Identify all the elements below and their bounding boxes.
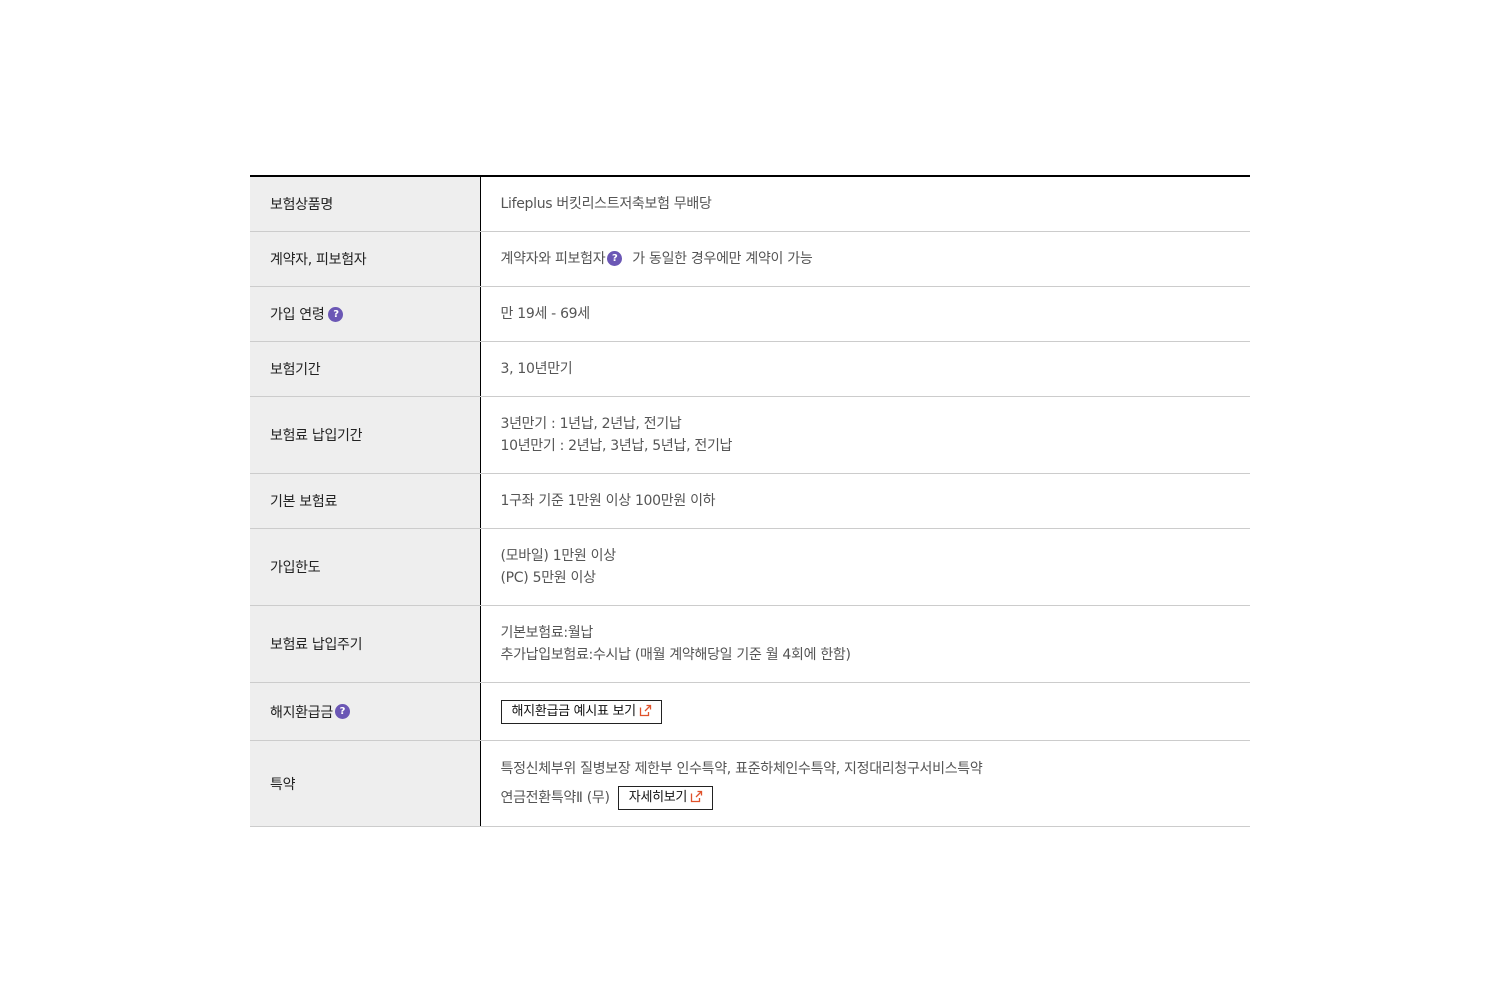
row-label-age: 가입 연령? bbox=[250, 286, 481, 342]
surrender-value: 해지환급금 예시표 보기 bbox=[480, 682, 1250, 741]
row-label-riders: 특약 bbox=[250, 740, 481, 827]
table-row: 보험료 납입주기 기본보험료:월납 추가납입보험료:수시납 (매월 계약해당일 … bbox=[250, 605, 1250, 683]
details-button[interactable]: 자세히보기 bbox=[617, 785, 714, 810]
table-row: 기본 보험료 1구좌 기준 1만원 이상 100만원 이하 bbox=[250, 473, 1250, 529]
external-link-icon bbox=[690, 790, 703, 802]
payment-period-line: 10년만기 : 2년납, 3년납, 5년납, 전기납 bbox=[500, 438, 733, 454]
limit-line: (모바일) 1만원 이상 bbox=[500, 548, 617, 564]
question-icon[interactable]: ? bbox=[328, 306, 344, 322]
product-info-section: 보험상품명 Lifeplus 버킷리스트저축보험 무배당 계약자, 피보험자 계… bbox=[250, 175, 1250, 827]
details-button-label: 자세히보기 bbox=[628, 789, 688, 805]
riders-line: 특정신체부위 질병보장 제한부 인수특약, 표준하체인수특약, 지정대리청구서비… bbox=[500, 760, 983, 777]
table-row: 보험상품명 Lifeplus 버킷리스트저축보험 무배당 bbox=[250, 176, 1250, 232]
row-label-payment-cycle: 보험료 납입주기 bbox=[250, 605, 481, 683]
surrender-table-button[interactable]: 해지환급금 예시표 보기 bbox=[500, 699, 662, 724]
payment-period-value: 3년만기 : 1년납, 2년납, 전기납 10년만기 : 2년납, 3년납, 5… bbox=[480, 396, 1250, 474]
payment-cycle-value: 기본보험료:월납 추가납입보험료:수시납 (매월 계약해당일 기준 월 4회에 … bbox=[480, 605, 1250, 683]
table-row: 가입한도 (모바일) 1만원 이상 (PC) 5만원 이상 bbox=[250, 528, 1250, 606]
term-value: 3, 10년만기 bbox=[480, 341, 1250, 397]
riders-annuity-text: 연금전환특약Ⅱ (무) bbox=[500, 789, 610, 806]
age-value: 만 19세 - 69세 bbox=[480, 286, 1250, 342]
limit-line: (PC) 5만원 이상 bbox=[500, 570, 596, 586]
table-row: 보험기간 3, 10년만기 bbox=[250, 341, 1250, 397]
product-name-value: Lifeplus 버킷리스트저축보험 무배당 bbox=[480, 176, 1250, 232]
parties-value-text: 계약자와 피보험자 bbox=[500, 251, 606, 267]
limit-value: (모바일) 1만원 이상 (PC) 5만원 이상 bbox=[480, 528, 1250, 606]
surrender-label-text: 해지환급금 bbox=[270, 704, 333, 721]
payment-cycle-line: 기본보험료:월납 bbox=[500, 625, 594, 641]
row-label-payment-period: 보험료 납입기간 bbox=[250, 396, 481, 474]
row-label-base-premium: 기본 보험료 bbox=[250, 473, 481, 529]
table-row: 해지환급금? 해지환급금 예시표 보기 bbox=[250, 682, 1250, 741]
row-label-product-name: 보험상품명 bbox=[250, 176, 481, 232]
question-icon[interactable]: ? bbox=[334, 704, 350, 719]
parties-value: 계약자와 피보험자? 가 동일한 경우에만 계약이 가능 bbox=[480, 231, 1250, 287]
riders-value: 특정신체부위 질병보장 제한부 인수특약, 표준하체인수특약, 지정대리청구서비… bbox=[480, 740, 1251, 827]
table-row: 가입 연령? 만 19세 - 69세 bbox=[250, 286, 1250, 342]
base-premium-value: 1구좌 기준 1만원 이상 100만원 이하 bbox=[480, 473, 1250, 529]
question-icon[interactable]: ? bbox=[607, 250, 623, 266]
product-info-table: 보험상품명 Lifeplus 버킷리스트저축보험 무배당 계약자, 피보험자 계… bbox=[250, 175, 1250, 827]
table-row: 특약 특정신체부위 질병보장 제한부 인수특약, 표준하체인수특약, 지정대리청… bbox=[250, 740, 1251, 827]
parties-value-tail: 가 동일한 경우에만 계약이 가능 bbox=[632, 251, 813, 267]
age-label-text: 가입 연령 bbox=[270, 307, 325, 323]
table-row: 보험료 납입기간 3년만기 : 1년납, 2년납, 전기납 10년만기 : 2년… bbox=[250, 396, 1250, 474]
riders-line-2: 연금전환특약Ⅱ (무) 자세히보기 bbox=[500, 785, 1251, 810]
row-label-limit: 가입한도 bbox=[250, 528, 481, 606]
table-row: 계약자, 피보험자 계약자와 피보험자? 가 동일한 경우에만 계약이 가능 bbox=[250, 231, 1250, 287]
payment-cycle-line: 추가납입보험료:수시납 (매월 계약해당일 기준 월 4회에 한함) bbox=[500, 647, 851, 663]
payment-period-line: 3년만기 : 1년납, 2년납, 전기납 bbox=[500, 416, 682, 432]
row-label-term: 보험기간 bbox=[250, 341, 481, 397]
row-label-surrender: 해지환급금? bbox=[250, 682, 481, 741]
external-link-icon bbox=[639, 704, 651, 716]
row-label-parties: 계약자, 피보험자 bbox=[250, 231, 481, 287]
surrender-button-label: 해지환급금 예시표 보기 bbox=[511, 703, 637, 719]
